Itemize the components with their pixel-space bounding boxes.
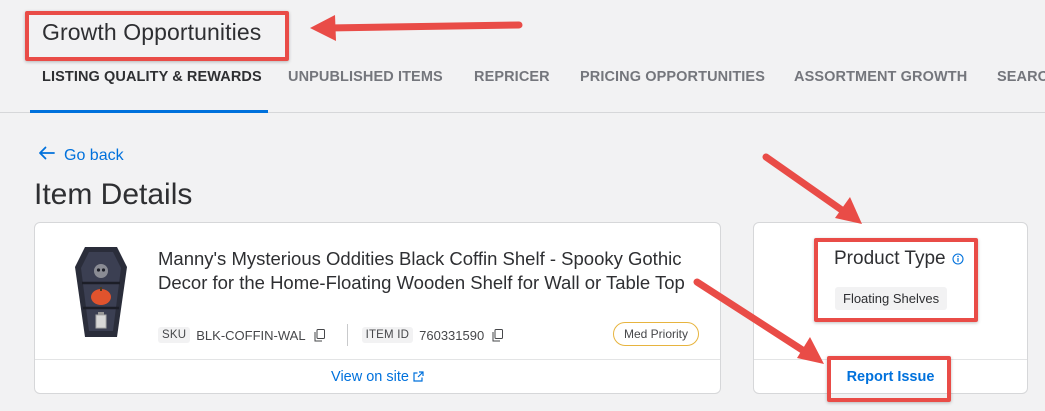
tab-pricing-opportunities[interactable]: PRICING OPPORTUNITIES	[580, 69, 765, 85]
annotation-arrowhead-title	[310, 15, 336, 41]
item-title: Manny's Mysterious Oddities Black Coffin…	[158, 248, 685, 293]
copy-icon[interactable]	[492, 328, 504, 342]
item-meta: SKU BLK-COFFIN-WAL ITEM ID 760331590	[158, 324, 504, 346]
view-on-site-label: View on site	[331, 369, 409, 385]
annotation-arrow-product-type	[762, 153, 850, 217]
item-card: Manny's Mysterious Oddities Black Coffin…	[34, 222, 721, 394]
annotation-box-report-issue	[827, 356, 951, 402]
card-divider	[35, 359, 720, 360]
tab-repricer[interactable]: REPRICER	[474, 69, 550, 85]
active-tab-indicator	[30, 110, 268, 113]
priority-badge: Med Priority	[613, 322, 700, 346]
meta-divider	[346, 324, 348, 346]
item-id-value: 760331590	[419, 327, 485, 343]
annotation-box-product-type	[814, 238, 978, 322]
arrow-left-icon	[38, 146, 64, 165]
annotation-box-title	[25, 11, 289, 61]
sku-label: SKU	[158, 327, 191, 343]
copy-icon[interactable]	[314, 328, 325, 342]
page-title: Item Details	[34, 178, 193, 211]
item-id-label: ITEM ID	[361, 327, 414, 343]
tab-search[interactable]: SEARC	[997, 69, 1045, 85]
tab-listing-quality[interactable]: LISTING QUALITY & REWARDS	[42, 69, 262, 85]
product-image	[73, 245, 129, 341]
external-link-icon	[409, 369, 424, 385]
go-back-label: Go back	[64, 146, 124, 164]
view-on-site-link[interactable]: View on site	[35, 369, 720, 385]
tab-unpublished-items[interactable]: UNPUBLISHED ITEMS	[288, 69, 443, 85]
annotation-arrowhead-product-type	[835, 197, 862, 224]
tab-bar: LISTING QUALITY & REWARDS UNPUBLISHED IT…	[0, 60, 1045, 113]
tab-assortment-growth[interactable]: ASSORTMENT GROWTH	[794, 69, 967, 85]
go-back-link[interactable]: Go back	[38, 146, 124, 165]
annotation-arrow-title	[324, 21, 523, 32]
sku-value: BLK-COFFIN-WAL	[196, 327, 306, 343]
